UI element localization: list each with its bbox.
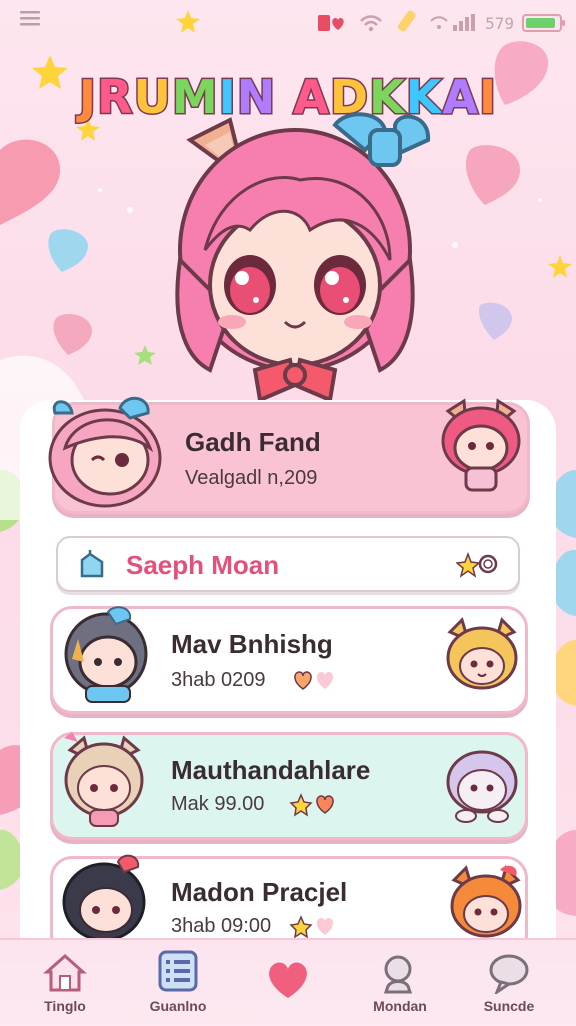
pencil-flag-icon xyxy=(80,550,104,578)
avatar-2-right xyxy=(446,750,518,823)
list-icon xyxy=(158,950,198,992)
nav-favorites[interactable] xyxy=(243,948,333,1024)
title-letter: I xyxy=(477,69,498,126)
search-icon[interactable] xyxy=(456,550,500,580)
nav-home[interactable]: Tinglo xyxy=(20,948,110,1024)
nav-home-label: Tinglo xyxy=(44,998,86,1014)
featured-sub: Vealgadl n,209 xyxy=(185,467,318,489)
hero-character-illustration xyxy=(175,112,431,400)
chat-bubble-icon xyxy=(489,954,529,994)
battery-icon xyxy=(522,14,565,32)
list-item-name: Madon Pracjel xyxy=(171,877,348,907)
avatar-2 xyxy=(64,732,144,827)
nav-chat-label: Suncde xyxy=(483,998,535,1014)
list-item-name: Mav Bnhishg xyxy=(171,629,333,659)
avatar-1-right xyxy=(446,617,518,690)
avatar-1 xyxy=(64,606,148,703)
signal-icon xyxy=(430,14,476,31)
nav-chat[interactable]: Suncde xyxy=(464,948,554,1024)
title-letter: R xyxy=(96,69,134,126)
heart-icon xyxy=(269,962,307,998)
list-item-name: Mauthandahlare xyxy=(171,755,371,785)
featured-name: Gadh Fand xyxy=(185,427,321,457)
nav-search[interactable]: Mondan xyxy=(355,948,445,1024)
nav-list-label: Guanlno xyxy=(149,998,207,1014)
avatar-3 xyxy=(62,854,146,942)
nav-search-label: Mondan xyxy=(373,998,427,1014)
hearts-icon xyxy=(289,793,334,817)
status-time: 579 xyxy=(485,13,514,33)
home-icon xyxy=(43,953,87,992)
search-field[interactable]: Saeph Moan xyxy=(56,536,520,592)
featured-avatar-left xyxy=(48,397,162,508)
title-letter: A xyxy=(441,69,480,126)
hamburger-icon xyxy=(20,11,40,26)
featured-avatar-right xyxy=(441,398,521,492)
bottom-navigation: Tinglo Guanlno Mondan Suncde xyxy=(0,938,576,1026)
nav-list[interactable]: Guanlno xyxy=(133,948,223,1024)
search-value: Saeph Moan xyxy=(126,550,280,580)
menu-button[interactable] xyxy=(18,8,42,32)
search-icon xyxy=(383,955,413,994)
list-item-sub: 3hab 09:00 xyxy=(171,915,272,937)
wifi-icon xyxy=(360,15,382,32)
avatar-3-right xyxy=(450,865,522,938)
hearts-icon xyxy=(289,915,334,939)
status-bar: 579 xyxy=(0,0,576,40)
list-item-sub: 3hab 0209 xyxy=(171,669,266,691)
title-letter: J xyxy=(77,69,98,126)
heart-icon xyxy=(318,15,344,31)
pencil-icon xyxy=(398,10,416,32)
list-item-sub: Mak 99.00 xyxy=(171,793,265,815)
hearts-icon xyxy=(294,671,334,690)
